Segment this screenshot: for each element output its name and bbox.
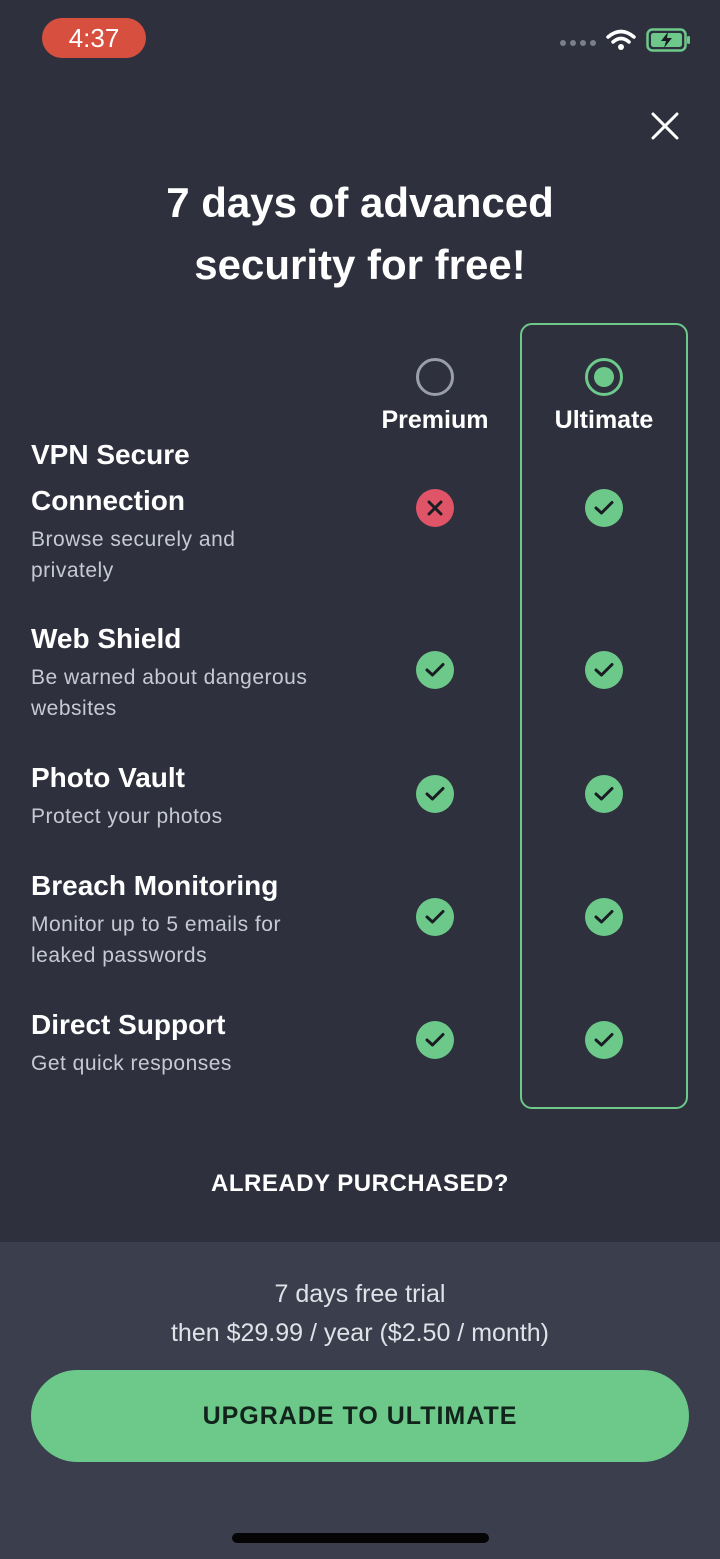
ultimate-plan-column[interactable] [520, 323, 688, 1109]
feature-desc: websites [31, 697, 117, 720]
page-title-line1: 7 days of advanced [166, 179, 554, 226]
check-icon [585, 489, 623, 527]
check-icon [416, 898, 454, 936]
close-button[interactable] [645, 106, 685, 146]
check-icon [416, 1021, 454, 1059]
status-icons [560, 28, 692, 57]
page-title: 7 days of advanced security for free! [0, 172, 720, 296]
feature-vpn: VPN Secure Connection Browse securely an… [31, 432, 361, 586]
feature-title: VPN Secure [31, 439, 190, 470]
plan-premium[interactable]: Premium [351, 358, 519, 435]
check-icon [585, 775, 623, 813]
price-text: then $29.99 / year ($2.50 / month) [170, 1319, 549, 1347]
upgrade-button[interactable]: UPGRADE TO ULTIMATE [31, 1370, 689, 1462]
feature-photo-vault: Photo Vault Protect your photos [31, 755, 361, 832]
feature-desc: leaked passwords [31, 944, 208, 967]
feature-direct-support: Direct Support Get quick responses [31, 1002, 361, 1079]
page-title-line2: security for free! [194, 241, 526, 288]
wifi-icon [606, 29, 636, 56]
check-icon [585, 898, 623, 936]
plan-ultimate-label: Ultimate [554, 406, 654, 434]
already-purchased-link[interactable]: ALREADY PURCHASED? [0, 1170, 720, 1198]
check-icon [416, 651, 454, 689]
feature-desc: Get quick responses [31, 1052, 232, 1075]
feature-desc: privately [31, 559, 114, 582]
feature-title: Web Shield [31, 623, 182, 654]
feature-title: Breach Monitoring [31, 870, 279, 901]
home-indicator[interactable] [232, 1533, 489, 1543]
status-time: 4:37 [42, 18, 146, 58]
check-icon [585, 651, 623, 689]
check-icon [416, 775, 454, 813]
plan-ultimate[interactable]: Ultimate [520, 358, 688, 435]
plan-premium-label: Premium [381, 406, 489, 434]
trial-text: 7 days free trial [274, 1280, 446, 1308]
signal-icon [560, 39, 596, 46]
feature-title: Connection [31, 485, 185, 516]
radio-icon[interactable] [416, 358, 454, 396]
feature-web-shield: Web Shield Be warned about dangerous web… [31, 616, 361, 724]
cross-icon [416, 489, 454, 527]
feature-desc: Protect your photos [31, 805, 223, 828]
feature-desc: Browse securely and [31, 528, 236, 551]
feature-title: Direct Support [31, 1009, 226, 1040]
feature-desc: Be warned about dangerous [31, 666, 308, 689]
feature-desc: Monitor up to 5 emails for [31, 913, 281, 936]
radio-icon[interactable] [585, 358, 623, 396]
feature-breach-monitoring: Breach Monitoring Monitor up to 5 emails… [31, 863, 361, 971]
feature-title: Photo Vault [31, 762, 185, 793]
close-icon [651, 112, 679, 140]
battery-charging-icon [646, 28, 692, 57]
check-icon [585, 1021, 623, 1059]
